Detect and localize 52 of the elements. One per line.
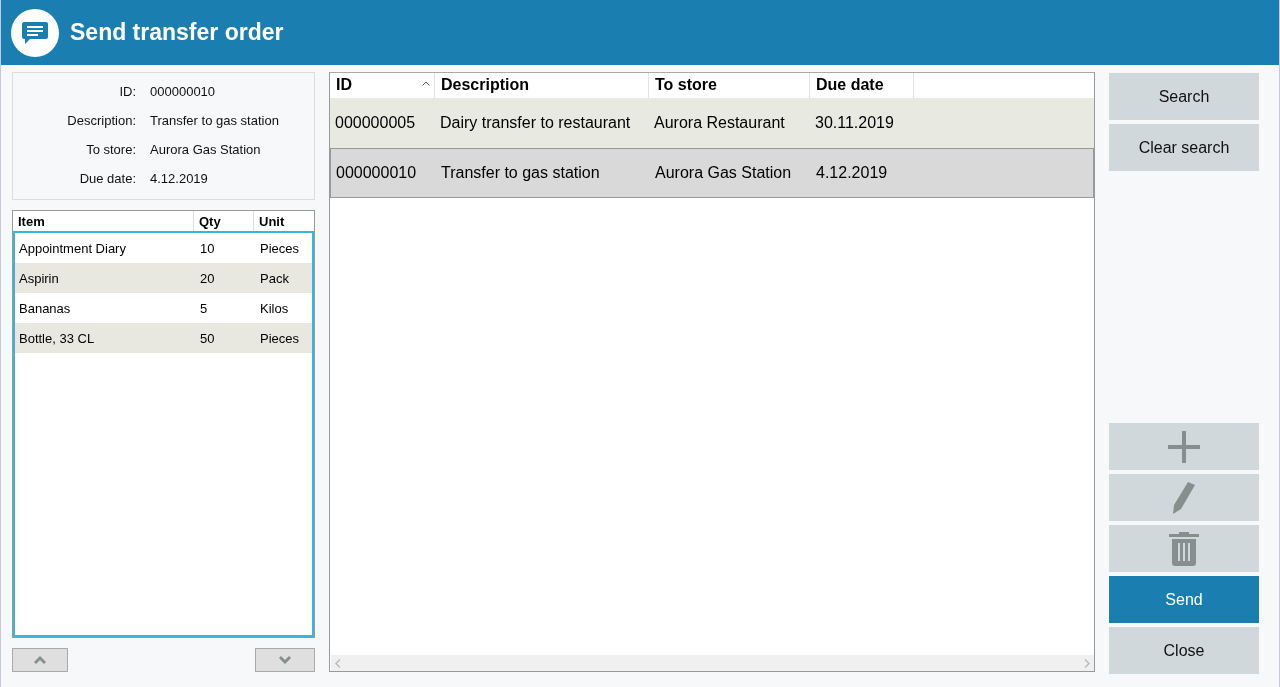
column-header[interactable]: Unit: [254, 211, 314, 231]
table-cell-text: 5: [199, 300, 209, 316]
table-cell-text: Pieces: [259, 330, 301, 346]
table-cell-text: Bottle, 33 CL: [18, 330, 96, 346]
table-cell-text: 000000010: [335, 164, 418, 182]
table-cell-text: 000000005: [334, 114, 417, 132]
field-value: 000000010: [150, 83, 216, 101]
plus-icon: [1168, 430, 1200, 463]
table-cell-text: Aurora Gas Station: [654, 164, 793, 182]
table-cell-text: Aurora Restaurant: [653, 114, 786, 132]
field-label: Description:: [66, 112, 136, 130]
field-label: ID:: [118, 83, 136, 101]
chat-bubble-icon: [11, 8, 59, 57]
delete-button[interactable]: [1109, 525, 1259, 572]
column-header[interactable]: Item: [13, 211, 194, 231]
scroll-up-button[interactable]: [12, 648, 68, 672]
action-button[interactable]: Clear search: [1109, 124, 1259, 171]
table-row[interactable]: 000000010 Transfer to gas station Aurora Gas Station 4.12.2019: [330, 148, 1094, 198]
table-cell-text: 4.12.2019: [815, 164, 889, 182]
edit-button[interactable]: [1109, 474, 1259, 521]
add-button[interactable]: [1109, 423, 1259, 470]
close-button[interactable]: Close: [1109, 627, 1259, 674]
table-row[interactable]: 000000005 Dairy transfer to restaurant Aurora Restaurant 30.11.2019: [330, 98, 1094, 148]
table-cell-text: Pack: [259, 270, 290, 286]
table-cell-text: Dairy transfer to restaurant: [439, 114, 632, 132]
scroll-right-icon: [1084, 658, 1090, 668]
column-header[interactable]: Qty: [194, 211, 254, 231]
field-label: To store:: [85, 141, 136, 159]
table-cell-text: Kilos: [259, 300, 290, 316]
field-value: 4.12.2019: [150, 170, 208, 188]
window-title: Send transfer order: [70, 19, 284, 46]
action-button[interactable]: Search: [1109, 73, 1259, 120]
table-cell-text: Bananas: [18, 300, 72, 316]
table-cell-text: 30.11.2019: [814, 114, 895, 132]
chevron-up-icon: [34, 656, 46, 664]
field-value: Transfer to gas station: [150, 112, 279, 130]
table-cell-text: 10: [199, 240, 216, 256]
trash-icon: [1169, 531, 1199, 566]
table-cell-text: Pieces: [259, 240, 301, 256]
field-label: Due date:: [78, 170, 136, 188]
table-cell-text: Appointment Diary: [18, 240, 127, 256]
chevron-down-icon: [279, 656, 291, 664]
table-cell-text: Aspirin: [18, 270, 60, 286]
scroll-left-icon: [335, 658, 341, 668]
horizontal-scrollbar[interactable]: [331, 655, 1094, 671]
table-cell-text: 50: [199, 330, 216, 346]
send-button[interactable]: Send: [1109, 576, 1259, 623]
scroll-down-button[interactable]: [255, 648, 315, 672]
table-cell-text: Transfer to gas station: [440, 164, 601, 182]
table-cell-text: 20: [199, 270, 216, 286]
pencil-icon: [1173, 481, 1195, 514]
field-value: Aurora Gas Station: [150, 141, 261, 159]
